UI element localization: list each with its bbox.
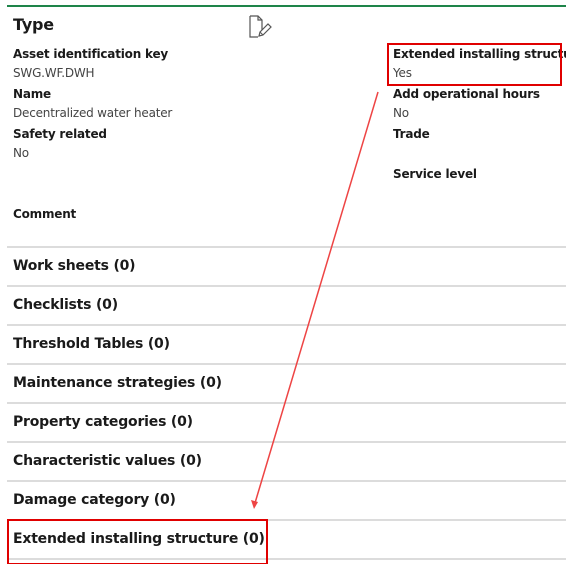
section-work-sheets[interactable]: Work sheets (0) <box>13 258 136 274</box>
field-value: Yes <box>393 66 412 80</box>
field-label: Service level <box>393 167 477 181</box>
separator <box>7 246 566 248</box>
field-asset-identification-key: Asset identification key SWG.WF.DWH <box>13 45 168 83</box>
separator <box>7 441 566 443</box>
accent-bar <box>7 5 566 7</box>
separator <box>7 324 566 326</box>
type-detail-panel: Type Asset identification key SWG.WF.DWH… <box>0 0 566 564</box>
arrow-head <box>251 500 258 509</box>
section-extended-installing-structure[interactable]: Extended installing structure (0) <box>13 531 265 547</box>
section-threshold-tables[interactable]: Threshold Tables (0) <box>13 336 170 352</box>
field-name: Name Decentralized water heater <box>13 85 172 123</box>
field-label: Comment <box>13 207 77 221</box>
field-add-operational-hours: Add operational hours No <box>393 85 540 123</box>
separator <box>7 558 566 560</box>
field-extended-installing-structure: Extended installing structure Yes <box>393 45 566 83</box>
edit-document-icon[interactable] <box>248 15 272 39</box>
field-label: Asset identification key <box>13 47 169 61</box>
panel-title: Type <box>13 15 54 34</box>
separator <box>7 519 566 521</box>
field-value: Decentralized water heater <box>13 106 173 120</box>
separator <box>7 402 566 404</box>
section-property-categories[interactable]: Property categories (0) <box>13 414 193 430</box>
field-value: No <box>393 106 409 120</box>
field-safety-related: Safety related No <box>13 125 107 163</box>
separator <box>7 480 566 482</box>
section-characteristic-values[interactable]: Characteristic values (0) <box>13 453 202 469</box>
field-label: Trade <box>393 127 430 141</box>
separator <box>7 285 566 287</box>
field-value: No <box>13 146 29 160</box>
field-label: Add operational hours <box>393 87 540 101</box>
section-checklists[interactable]: Checklists (0) <box>13 297 118 313</box>
field-value: SWG.WF.DWH <box>13 66 95 80</box>
field-label: Name <box>13 87 51 101</box>
field-comment: Comment <box>13 205 76 224</box>
field-label: Safety related <box>13 127 107 141</box>
field-trade: Trade <box>393 125 430 144</box>
section-maintenance-strategies[interactable]: Maintenance strategies (0) <box>13 375 222 391</box>
section-damage-category[interactable]: Damage category (0) <box>13 492 176 508</box>
field-label: Extended installing structure <box>393 47 566 61</box>
field-service-level: Service level <box>393 165 477 184</box>
separator <box>7 363 566 365</box>
